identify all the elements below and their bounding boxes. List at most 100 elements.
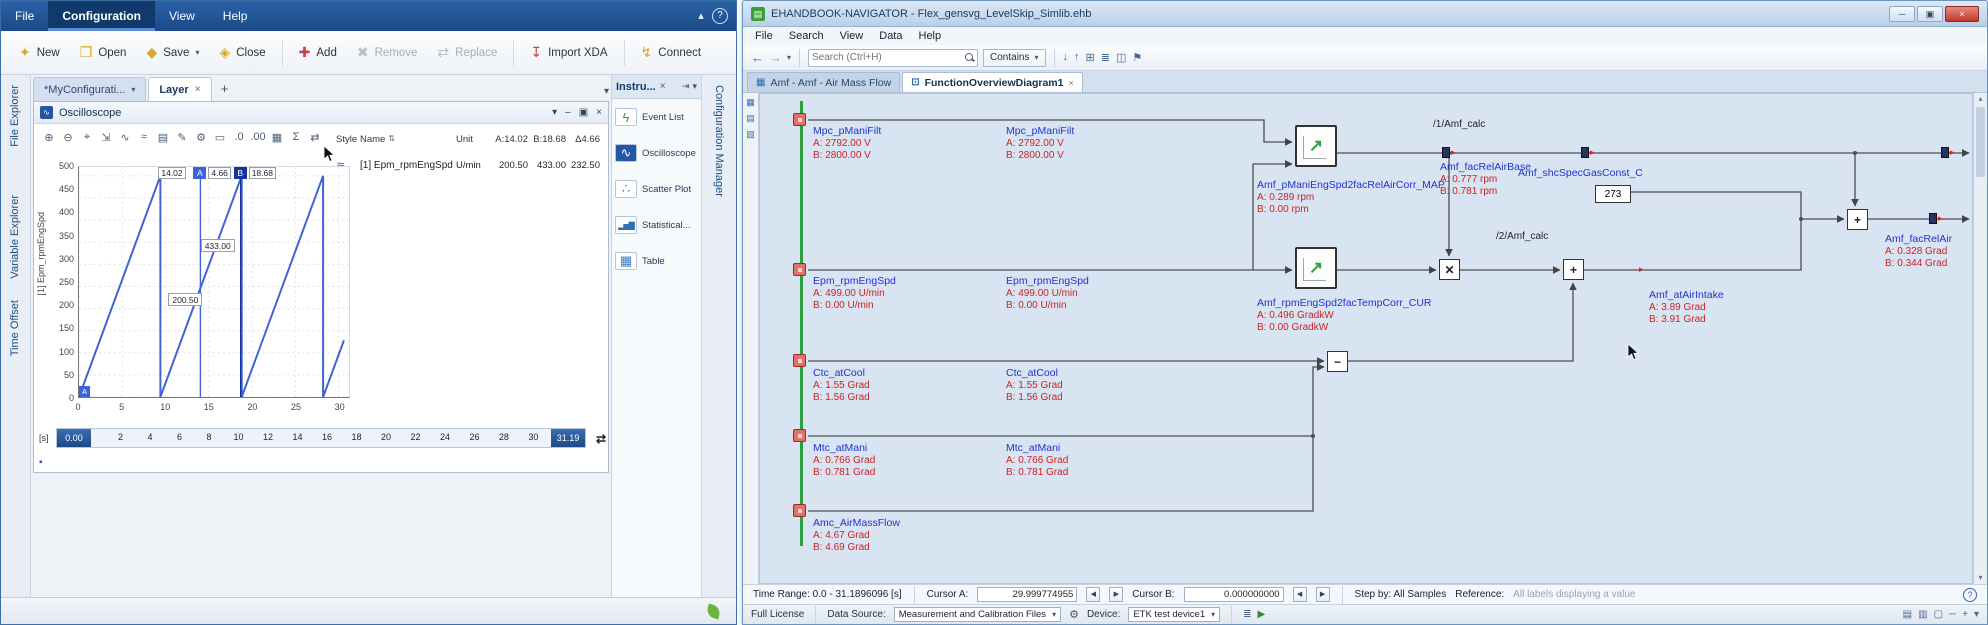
data-source-dropdown[interactable]: Measurement and Calibration Files ▾ — [893, 607, 1062, 622]
menu-view[interactable]: View — [832, 27, 872, 45]
legend-col-style[interactable]: Style — [336, 134, 360, 145]
measure-tag[interactable]: ▸ — [1442, 147, 1458, 158]
instruments-title[interactable]: Instru... — [616, 81, 656, 93]
instruments-close-icon[interactable]: × — [660, 81, 666, 92]
signal-label[interactable]: Amf_shcSpecGasConst_C — [1518, 167, 1643, 180]
maximize-button[interactable]: ▣ — [1917, 5, 1943, 22]
osc-tool-icon[interactable]: Σ — [287, 128, 305, 146]
search-filter-dropdown[interactable]: Contains ▾ — [983, 48, 1046, 67]
signal-label[interactable]: Amf_pManiEngSpd2facRelAirCorr_MAP A: 0.2… — [1257, 179, 1445, 217]
instrument-scatter-plot[interactable]: ∴ Scatter Plot — [612, 171, 701, 207]
measure-tag[interactable]: ▸ — [1581, 147, 1597, 158]
legend-col-unit[interactable]: Unit — [456, 134, 490, 145]
osc-tool-icon[interactable]: ⌖ — [78, 128, 96, 146]
input-port[interactable] — [793, 263, 806, 276]
instrument-event-list[interactable]: ϟ Event List — [612, 99, 701, 135]
osc-tool-icon[interactable]: ⇲ — [97, 128, 115, 146]
panel-header-icon[interactable]: ▾ — [552, 107, 557, 118]
menu-file[interactable]: File — [1, 1, 48, 31]
toolbar-icon[interactable]: ◫ — [1116, 51, 1126, 64]
oscilloscope-header[interactable]: ∿ Oscilloscope ▾ ‒ ▣ × — [34, 102, 608, 124]
osc-tool-icon[interactable]: ⊕ — [40, 128, 58, 146]
signal-label[interactable]: Mtc_atMani A: 0.766 Grad B: 0.781 Grad — [1006, 442, 1068, 480]
instrument-statistical[interactable]: ▂▅▇ Statistical... — [612, 207, 701, 243]
signal-label[interactable]: Amf_rpmEngSpd2facTempCorr_CUR A: 0.496 G… — [1257, 297, 1431, 335]
osc-tool-icon[interactable]: ∿ — [116, 128, 134, 146]
input-port[interactable] — [793, 113, 806, 126]
timeline-end-handle[interactable]: 31.19 — [551, 429, 585, 447]
close-button[interactable]: ◈ Close — [209, 37, 275, 69]
rail-tab-file-explorer[interactable]: File Explorer — [9, 85, 21, 147]
cursor-b-step-back-button[interactable]: ◀ — [1292, 587, 1307, 602]
footer-tool-icon[interactable]: ▥ — [1918, 609, 1927, 620]
toolbar-icon[interactable]: ⊞ — [1086, 51, 1095, 64]
side-tool-icon[interactable]: ▤ — [746, 113, 755, 124]
menu-configuration[interactable]: Configuration — [48, 1, 155, 31]
osc-tool-icon[interactable]: ⊖ — [59, 128, 77, 146]
connect-button[interactable]: ↯ Connect — [631, 37, 712, 69]
replace-button[interactable]: ⇄ Replace — [427, 37, 507, 69]
curve-lookup-block[interactable]: ↗ — [1295, 247, 1337, 289]
output-tag[interactable]: ▸ — [1929, 213, 1945, 224]
signal-label[interactable]: Ctc_atCool A: 1.55 Grad B: 1.56 Grad — [1006, 367, 1063, 405]
cursor-b-input[interactable] — [1183, 587, 1284, 602]
timeline-ruler[interactable]: 0.00 2 4 6 8 10 12 14 16 18 20 22 24 26 28 30 31.19 — [56, 428, 586, 448]
toolbar-icon[interactable]: ≣ — [1101, 51, 1110, 64]
open-button[interactable]: ❒ Open — [70, 37, 137, 69]
search-icon[interactable] — [965, 53, 974, 62]
map-lookup-block[interactable]: ↗ — [1295, 125, 1337, 167]
cursor-a-step-forward-button[interactable]: ▶ — [1109, 587, 1124, 602]
signal-label[interactable]: Amc_AirMassFlow A: 4.67 Grad B: 4.69 Gra… — [813, 517, 900, 555]
osc-tool-icon[interactable]: ✎ — [173, 128, 191, 146]
input-port[interactable] — [793, 429, 806, 442]
add-block[interactable]: + — [1563, 259, 1584, 280]
osc-tool-icon[interactable]: ▭ — [211, 128, 229, 146]
panel-header-icon[interactable]: × — [596, 107, 602, 118]
tab-caret-icon[interactable]: ▾ — [131, 79, 135, 101]
scroll-up-icon[interactable]: ▴ — [1974, 93, 1987, 105]
tab-close-icon[interactable]: × — [1068, 78, 1073, 88]
rail-tab-configuration-manager[interactable]: Configuration Manager — [713, 85, 725, 197]
osc-tool-icon[interactable]: ≈ — [135, 128, 153, 146]
cursor-a-time-flag[interactable]: 14.02 — [158, 167, 186, 179]
collapse-ribbon-icon[interactable]: ▴ — [690, 1, 712, 31]
help-icon[interactable]: ? — [1963, 587, 1977, 602]
output-tag[interactable]: ▸ — [1941, 147, 1957, 158]
import-xda-button[interactable]: ↧ Import XDA — [520, 37, 617, 69]
toolbar-icon[interactable]: ↓ — [1063, 51, 1069, 64]
cursor-a-badge[interactable]: A — [193, 167, 207, 179]
vertical-scrollbar[interactable]: ▴ ▾ — [1973, 93, 1987, 584]
tab-function-overview-diagram[interactable]: ⊡ FunctionOverviewDiagram1 × — [902, 72, 1083, 92]
add-block[interactable]: + — [1847, 209, 1868, 230]
cursor-a-step-back-button[interactable]: ◀ — [1086, 587, 1101, 602]
rail-tab-time-offset[interactable]: Time Offset — [9, 300, 21, 356]
footer-tool-icon[interactable]: ▢ — [1934, 609, 1943, 620]
signal-label[interactable]: Mpc_pManiFilt A: 2792.00 V B: 2800.00 V — [813, 125, 881, 163]
legend-row[interactable]: ≋ [1] Epm_rpmEngSpd U/min 200.50 433.00 … — [336, 157, 604, 173]
cursor-a-input[interactable] — [977, 587, 1078, 602]
signal-label[interactable]: Amf_atAirIntake A: 3.89 Grad B: 3.91 Gra… — [1649, 289, 1724, 327]
timeline-pan-arrows-icon[interactable]: ⇄ — [596, 432, 606, 446]
cursor-b-badge[interactable]: B — [233, 167, 247, 179]
menu-search[interactable]: Search — [781, 27, 832, 45]
remove-button[interactable]: ✖ Remove — [347, 37, 428, 69]
menu-help[interactable]: Help — [911, 27, 950, 45]
signal-label[interactable]: Epm_rpmEngSpd A: 499.00 U/min B: 0.00 U/… — [1006, 275, 1089, 313]
constant-block[interactable]: 273 — [1595, 185, 1631, 203]
minimize-button[interactable]: ─ — [1889, 5, 1915, 22]
search-input[interactable] — [812, 52, 966, 63]
cursor-b-step-forward-button[interactable]: ▶ — [1315, 587, 1330, 602]
signal-label[interactable]: Amf_facRelAir A: 0.328 Grad B: 0.344 Gra… — [1885, 233, 1952, 271]
footer-tool-icon[interactable]: ▤ — [1903, 609, 1912, 620]
tab-close-icon[interactable]: × — [195, 79, 201, 101]
forward-icon[interactable]: → — [769, 50, 782, 65]
close-window-button[interactable]: × — [1945, 5, 1979, 22]
add-button[interactable]: ✚ Add — [289, 37, 347, 69]
footer-tool-icon[interactable]: + — [1962, 609, 1968, 620]
signal-label[interactable]: Mtc_atMani A: 0.766 Grad B: 0.781 Grad — [813, 442, 875, 480]
back-icon[interactable]: ← — [751, 50, 764, 65]
tab-air-mass-flow[interactable]: ▦ Amf - Amf - Air Mass Flow — [747, 72, 901, 92]
menu-view[interactable]: View — [155, 1, 209, 31]
panel-pin-icon[interactable]: ▾ — [692, 81, 697, 92]
signal-label[interactable]: Mpc_pManiFilt A: 2792.00 V B: 2800.00 V — [1006, 125, 1074, 163]
